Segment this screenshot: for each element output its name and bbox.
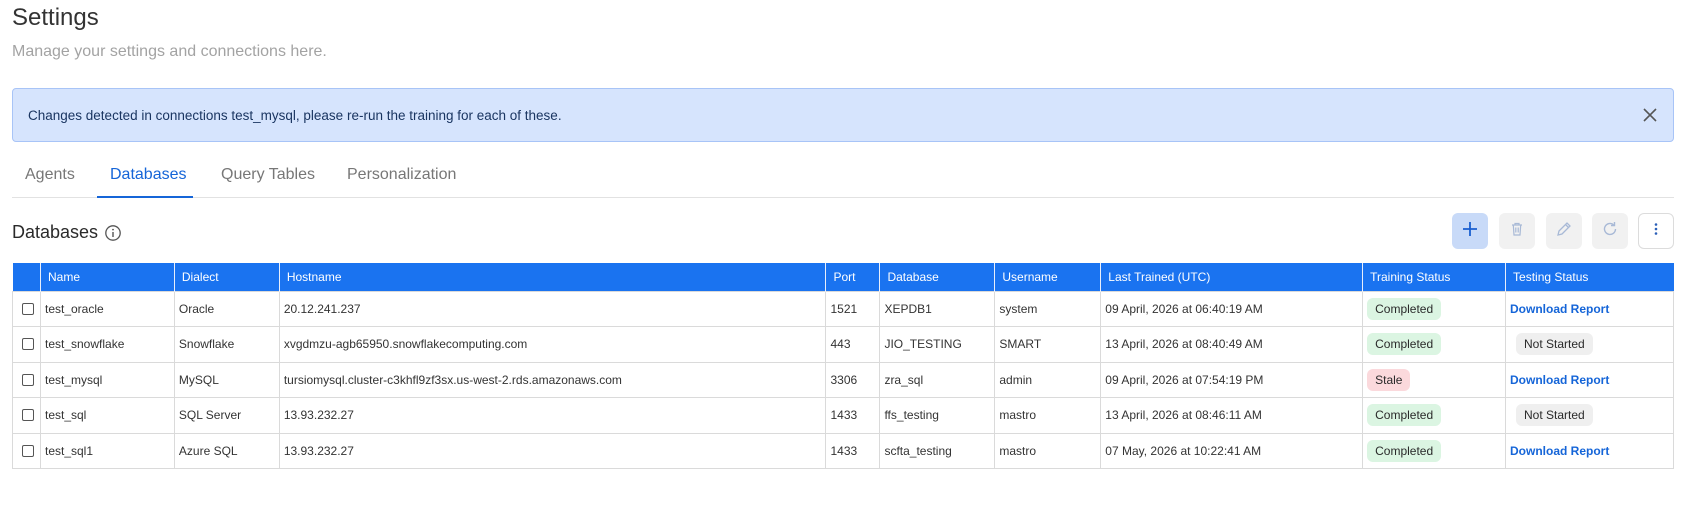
cell-database: JIO_TESTING xyxy=(879,326,996,363)
plus-icon xyxy=(1461,220,1479,243)
download-report-link[interactable]: Download Report xyxy=(1510,444,1609,458)
databases-table: Name Dialect Hostname Port Database User… xyxy=(12,263,1674,469)
header-name[interactable]: Name xyxy=(40,263,175,291)
header-select xyxy=(12,263,41,291)
info-icon[interactable] xyxy=(104,224,122,242)
tab-agents[interactable]: Agents xyxy=(25,160,89,198)
download-report-link[interactable]: Download Report xyxy=(1510,373,1609,387)
cell-port: 1433 xyxy=(825,397,881,434)
cell-hostname: xvgdmzu-agb65950.snowflakecomputing.com xyxy=(278,326,827,363)
cell-name: test_mysql xyxy=(39,361,175,398)
cell-username: mastro xyxy=(994,432,1102,469)
close-icon[interactable] xyxy=(1639,104,1661,126)
settings-tabs: Agents Databases Query Tables Personaliz… xyxy=(12,160,1674,198)
edit-database-button[interactable] xyxy=(1546,213,1582,249)
row-checkbox[interactable] xyxy=(22,409,34,422)
cell-hostname: 13.93.232.27 xyxy=(278,397,827,434)
refresh-button[interactable] xyxy=(1592,213,1628,249)
refresh-icon xyxy=(1601,220,1619,243)
cell-database: scfta_testing xyxy=(879,432,996,469)
delete-database-button[interactable] xyxy=(1499,213,1535,249)
cell-dialect: SQL Server xyxy=(173,397,280,434)
header-username[interactable]: Username xyxy=(994,263,1102,291)
cell-last-trained: 13 April, 2026 at 08:46:11 AM xyxy=(1100,397,1364,434)
training-status-badge: Completed xyxy=(1367,297,1442,320)
cell-port: 3306 xyxy=(825,361,881,398)
change-alert-banner: Changes detected in connections test_mys… xyxy=(12,88,1674,142)
page-title: Settings xyxy=(12,4,99,31)
cell-port: 443 xyxy=(825,326,881,363)
cell-dialect: Azure SQL xyxy=(173,432,280,469)
training-status-badge: Completed xyxy=(1367,333,1442,356)
cell-hostname: tursiomysql.cluster-c3khfl9zf3sx.us-west… xyxy=(278,361,827,398)
cell-hostname: 13.93.232.27 xyxy=(278,432,827,469)
row-checkbox[interactable] xyxy=(22,373,34,386)
header-testing-status[interactable]: Testing Status xyxy=(1505,263,1674,291)
trash-icon xyxy=(1509,221,1525,242)
testing-status-badge: Not Started xyxy=(1516,404,1593,427)
cell-username: system xyxy=(994,290,1102,327)
cell-dialect: MySQL xyxy=(173,361,280,398)
table-row[interactable]: test_snowflake Snowflake xvgdmzu-agb6595… xyxy=(12,326,1674,363)
cell-name: test_sql1 xyxy=(39,432,175,469)
more-options-button[interactable] xyxy=(1638,213,1674,249)
cell-dialect: Snowflake xyxy=(173,326,280,363)
page-subtitle: Manage your settings and connections her… xyxy=(12,43,327,60)
header-port[interactable]: Port xyxy=(825,263,881,291)
section-title: Databases xyxy=(12,222,99,242)
cell-database: XEPDB1 xyxy=(879,290,996,327)
cell-last-trained: 07 May, 2026 at 10:22:41 AM xyxy=(1100,432,1364,469)
training-status-badge: Completed xyxy=(1367,404,1442,427)
cell-username: admin xyxy=(994,361,1102,398)
tab-databases[interactable]: Databases xyxy=(97,160,193,198)
cell-port: 1521 xyxy=(825,290,881,327)
cell-name: test_sql xyxy=(39,397,175,434)
row-checkbox[interactable] xyxy=(22,302,34,315)
row-checkbox[interactable] xyxy=(22,444,34,457)
tab-personalization[interactable]: Personalization xyxy=(347,160,477,198)
cell-database: zra_sql xyxy=(879,361,996,398)
table-row[interactable]: test_mysql MySQL tursiomysql.cluster-c3k… xyxy=(12,361,1674,398)
pencil-icon xyxy=(1555,220,1573,243)
cell-last-trained: 09 April, 2026 at 07:54:19 PM xyxy=(1100,361,1364,398)
add-database-button[interactable] xyxy=(1452,213,1488,249)
cell-hostname: 20.12.241.237 xyxy=(278,290,827,327)
download-report-link[interactable]: Download Report xyxy=(1510,302,1609,316)
header-last-trained[interactable]: Last Trained (UTC) xyxy=(1100,263,1364,291)
cell-last-trained: 13 April, 2026 at 08:40:49 AM xyxy=(1100,326,1364,363)
cell-last-trained: 09 April, 2026 at 06:40:19 AM xyxy=(1100,290,1364,327)
header-hostname[interactable]: Hostname xyxy=(279,263,827,291)
table-row[interactable]: test_sql SQL Server 13.93.232.27 1433 ff… xyxy=(12,397,1674,434)
header-training-status[interactable]: Training Status xyxy=(1362,263,1507,291)
header-dialect[interactable]: Dialect xyxy=(174,263,280,291)
cell-username: mastro xyxy=(994,397,1102,434)
testing-status-badge: Not Started xyxy=(1516,333,1593,356)
header-database[interactable]: Database xyxy=(879,263,996,291)
table-row[interactable]: test_oracle Oracle 20.12.241.237 1521 XE… xyxy=(12,290,1674,327)
row-checkbox[interactable] xyxy=(22,338,34,351)
table-header-row: Name Dialect Hostname Port Database User… xyxy=(12,263,1674,291)
cell-username: SMART xyxy=(994,326,1102,363)
training-status-badge: Completed xyxy=(1367,439,1442,462)
table-row[interactable]: test_sql1 Azure SQL 13.93.232.27 1433 sc… xyxy=(12,432,1674,469)
tab-query-tables[interactable]: Query Tables xyxy=(221,160,331,198)
cell-port: 1433 xyxy=(825,432,881,469)
cell-dialect: Oracle xyxy=(173,290,280,327)
cell-database: ffs_testing xyxy=(879,397,996,434)
cell-name: test_snowflake xyxy=(39,326,175,363)
alert-message: Changes detected in connections test_mys… xyxy=(28,107,562,123)
cell-name: test_oracle xyxy=(39,290,175,327)
training-status-badge: Stale xyxy=(1367,368,1411,391)
more-vertical-icon xyxy=(1649,221,1663,242)
